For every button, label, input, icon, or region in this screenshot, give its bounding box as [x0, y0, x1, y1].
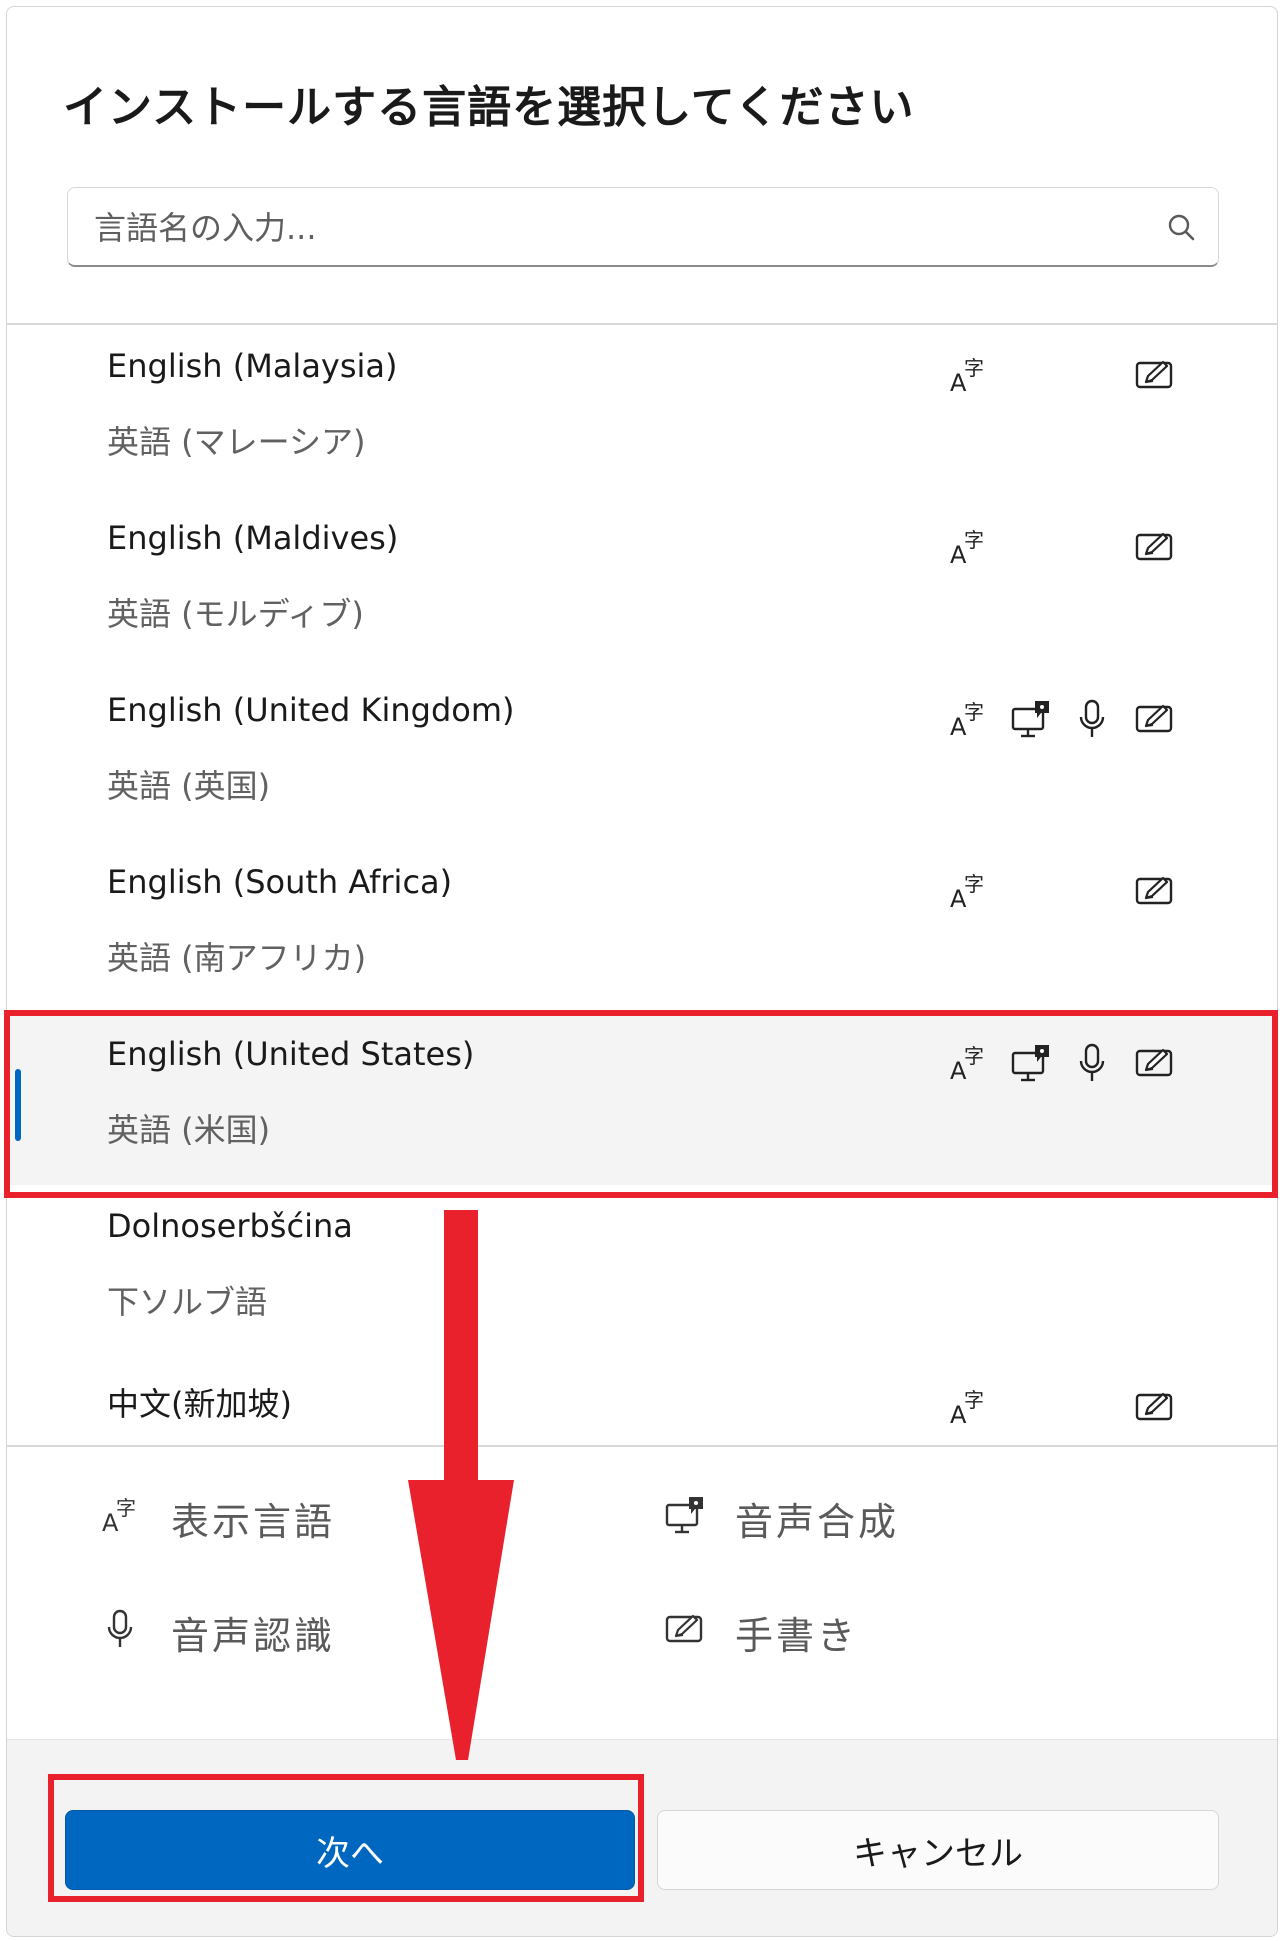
language-name: English (Malaysia) — [107, 347, 398, 385]
svg-text:字: 字 — [964, 528, 984, 552]
svg-text:字: 字 — [964, 872, 984, 896]
display-language-icon: A字 — [947, 697, 991, 741]
language-name: English (Maldives) — [107, 519, 399, 557]
down-arrow-annotation — [408, 1210, 514, 1760]
svg-text:字: 字 — [964, 1388, 984, 1412]
display-language-icon: A字 — [947, 869, 991, 913]
selection-indicator — [15, 1069, 21, 1141]
svg-text:字: 字 — [964, 356, 984, 380]
language-native-name: 英語 (モルディブ) — [107, 595, 364, 633]
install-language-dialog: インストールする言語を選択してください English (Malaysia) 英… — [6, 6, 1278, 1937]
language-name: English (United Kingdom) — [107, 691, 515, 729]
language-native-name: 英語 (南アフリカ) — [107, 939, 367, 977]
language-item[interactable]: English (United Kingdom) 英語 (英国) A字 — [7, 669, 1277, 841]
language-item[interactable]: Dolnoserbšćina 下ソルブ語 — [7, 1185, 1277, 1357]
language-item-selected[interactable]: English (United States) 英語 (米国) A字 — [7, 1013, 1277, 1185]
legend-label: 表示言語 — [171, 1500, 336, 1544]
handwriting-icon — [1133, 869, 1177, 913]
display-language-icon: A字 — [99, 1493, 143, 1537]
handwriting-icon — [1133, 353, 1177, 397]
language-item[interactable]: English (South Africa) 英語 (南アフリカ) A字 — [7, 841, 1277, 1013]
handwriting-icon — [1133, 1385, 1177, 1429]
svg-text:字: 字 — [116, 1496, 136, 1520]
svg-text:字: 字 — [964, 700, 984, 724]
microphone-icon — [1071, 697, 1115, 741]
next-button[interactable]: 次へ — [65, 1810, 635, 1890]
dialog-footer: 次へ キャンセル — [7, 1739, 1277, 1936]
handwriting-icon — [663, 1607, 707, 1651]
legend-label: 音声合成 — [735, 1500, 900, 1544]
language-name: 中文(新加坡) — [107, 1385, 292, 1423]
legend-divider — [7, 1445, 1277, 1447]
language-search-box[interactable] — [67, 187, 1219, 267]
cancel-button[interactable]: キャンセル — [657, 1810, 1219, 1890]
language-item[interactable]: English (Malaysia) 英語 (マレーシア) A字 — [7, 325, 1277, 497]
svg-text:字: 字 — [964, 1044, 984, 1068]
text-to-speech-icon — [1009, 697, 1053, 741]
text-to-speech-icon — [663, 1493, 707, 1537]
language-native-name: 英語 (米国) — [107, 1111, 271, 1149]
text-to-speech-icon — [1009, 1041, 1053, 1085]
language-name: English (South Africa) — [107, 863, 453, 901]
legend-label: 音声認識 — [171, 1614, 336, 1658]
handwriting-icon — [1133, 697, 1177, 741]
language-name: English (United States) — [107, 1035, 475, 1073]
search-icon[interactable] — [1164, 210, 1200, 250]
handwriting-icon — [1133, 525, 1177, 569]
language-name: Dolnoserbšćina — [107, 1207, 353, 1245]
display-language-icon: A字 — [947, 353, 991, 397]
dialog-title: インストールする言語を選択してください — [63, 82, 915, 133]
language-native-name: 英語 (マレーシア) — [107, 423, 366, 461]
legend-label: 手書き — [735, 1614, 859, 1658]
search-input[interactable] — [92, 200, 1136, 256]
handwriting-icon — [1133, 1041, 1177, 1085]
display-language-icon: A字 — [947, 1041, 991, 1085]
microphone-icon — [1071, 1041, 1115, 1085]
display-language-icon: A字 — [947, 1385, 991, 1429]
language-native-name: 英語 (英国) — [107, 767, 271, 805]
language-item[interactable]: English (Maldives) 英語 (モルディブ) A字 — [7, 497, 1277, 669]
language-list[interactable]: English (Malaysia) 英語 (マレーシア) A字 English… — [7, 325, 1277, 1445]
microphone-icon — [99, 1607, 143, 1651]
language-item[interactable]: 中文(新加坡) A字 — [7, 1357, 1277, 1445]
display-language-icon: A字 — [947, 525, 991, 569]
language-native-name: 下ソルブ語 — [107, 1283, 268, 1321]
